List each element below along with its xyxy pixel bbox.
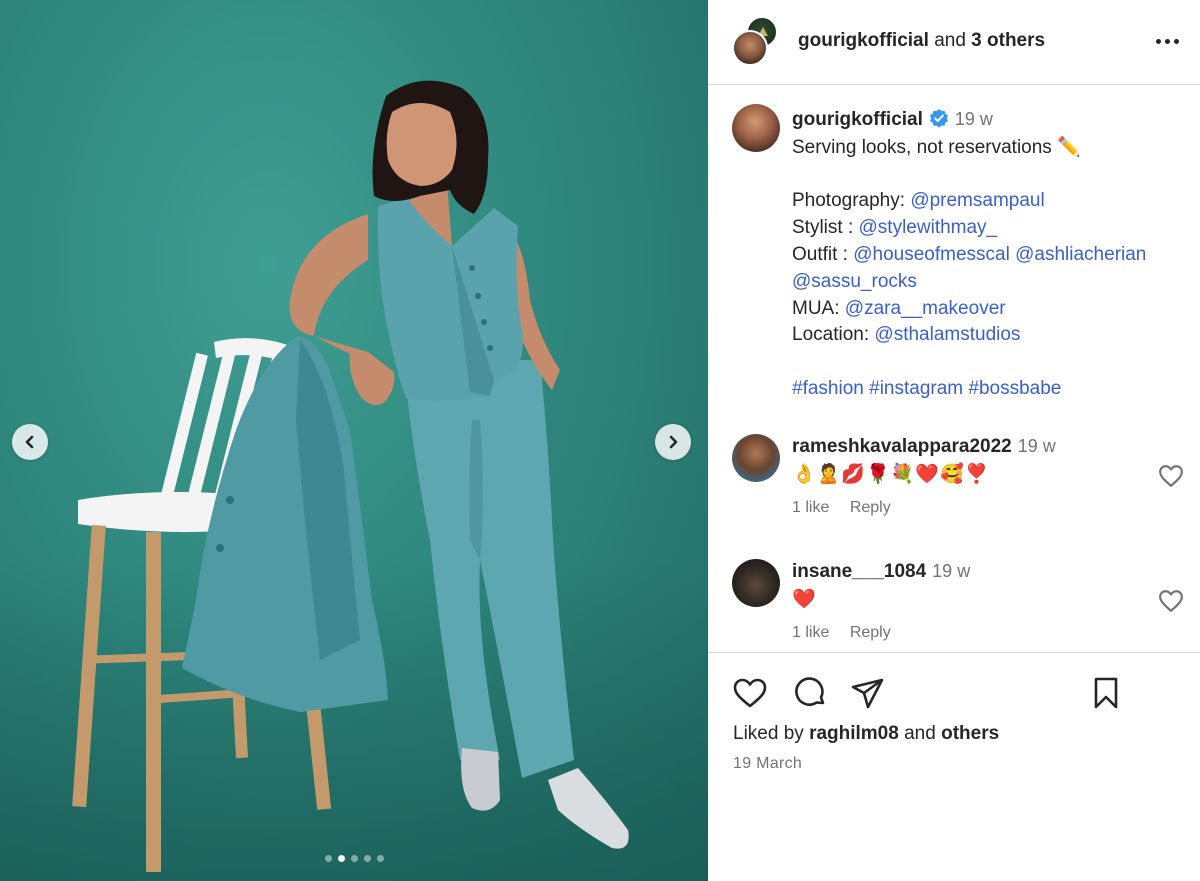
post-photo [72, 80, 629, 872]
carousel-dot [350, 855, 358, 862]
carousel-dot [363, 855, 371, 862]
hashtag-link[interactable]: #fashion [792, 378, 864, 399]
verified-badge-icon [929, 109, 948, 128]
liked-by-prefix: Liked by [733, 723, 804, 744]
header-connector: and [934, 30, 966, 51]
share-icon[interactable] [850, 675, 886, 711]
collab-title: gourigkofficial and 3 others [798, 30, 1045, 52]
more-dot [1173, 38, 1179, 44]
post-header: gourigkofficial and 3 others [708, 0, 1200, 85]
carousel-dot [324, 855, 332, 862]
carousel-next-button[interactable] [655, 424, 691, 460]
comment-reply-button[interactable]: Reply [850, 624, 891, 641]
comment-item: insane___1084 19 w ❤️ 1 like Reply [792, 561, 1132, 642]
hashtag-link[interactable]: #instagram [869, 378, 963, 399]
heart-icon[interactable] [732, 675, 768, 711]
carousel-prev-button[interactable] [12, 424, 48, 460]
photography-link[interactable]: @premsampaul [910, 190, 1044, 211]
author-avatar-small [732, 30, 768, 66]
comment-username[interactable]: rameshkavalappara2022 [792, 436, 1012, 457]
comment-text: ❤️ [792, 588, 817, 610]
chevron-right-icon [669, 435, 678, 449]
comment-item: rameshkavalappara2022 19 w 👌🙎💋🌹💐❤️🥰❣️ 1 l… [792, 436, 1132, 517]
chevron-left-icon [25, 435, 34, 449]
commenter-avatar[interactable] [732, 559, 780, 607]
outfit-link[interactable]: @houseofmesscal [853, 244, 1010, 265]
author-avatar[interactable] [732, 104, 780, 152]
post-side-panel: gourigkofficial and 3 others gourigkoffi… [708, 0, 1200, 881]
commenter-avatar[interactable] [732, 434, 780, 482]
outfit-link[interactable]: @ashliacherian [1015, 244, 1146, 265]
comment-time: 19 w [1017, 436, 1056, 456]
location-link[interactable]: @sthalamstudios [874, 324, 1020, 345]
carousel-dot [376, 855, 384, 862]
liked-by-connector: and [904, 723, 936, 744]
more-options-button[interactable] [1152, 26, 1182, 56]
collab-avatars[interactable] [732, 16, 782, 66]
comment-username[interactable]: insane___1084 [792, 561, 926, 582]
mua-label: MUA: [792, 297, 840, 319]
header-username[interactable]: gourigkofficial [798, 30, 929, 51]
outfit-label: Outfit : [792, 243, 848, 265]
comment-heart-icon[interactable] [1158, 589, 1184, 613]
more-dot [1164, 38, 1170, 44]
mua-link[interactable]: @zara__makeover [845, 298, 1006, 319]
header-others[interactable]: 3 others [971, 30, 1045, 51]
outfit-link[interactable]: @sassu_rocks [792, 271, 917, 292]
hashtag-link[interactable]: #bossbabe [968, 378, 1061, 399]
bookmark-icon[interactable] [1088, 675, 1124, 711]
comment-like-count[interactable]: 1 like [792, 624, 829, 641]
post-media[interactable] [0, 0, 708, 881]
carousel-indicator [0, 855, 708, 862]
caption-username[interactable]: gourigkofficial [792, 109, 923, 130]
comment-reply-button[interactable]: Reply [850, 499, 891, 516]
comment-heart-icon[interactable] [1158, 464, 1184, 488]
caption-time: 19 w [954, 109, 993, 129]
location-label: Location: [792, 324, 870, 346]
stylist-link[interactable]: @stylewithmay_ [859, 217, 998, 238]
comment-text: 👌🙎💋🌹💐❤️🥰❣️ [792, 463, 990, 485]
liked-by-text: Liked by raghilm08 and others [733, 723, 999, 745]
post-caption: gourigkofficial 19 w Serving looks, not r… [792, 106, 1192, 403]
comment-like-count[interactable]: 1 like [792, 499, 829, 516]
pencil-emoji: ✏️ [1057, 135, 1081, 158]
post-date[interactable]: 19 March [733, 755, 802, 773]
carousel-dot-active [337, 855, 345, 862]
liked-by-user[interactable]: raghilm08 [809, 723, 899, 744]
photography-label: Photography: [792, 190, 906, 212]
stylist-label: Stylist : [792, 217, 854, 239]
more-horizontal-icon [1155, 38, 1161, 44]
liked-by-others[interactable]: others [941, 723, 999, 744]
draped-jacket [182, 336, 388, 712]
post-actions: Liked by raghilm08 and others 19 March [708, 652, 1200, 881]
comment-time: 19 w [932, 561, 971, 581]
caption-text: Serving looks, not reservations [792, 136, 1052, 158]
comment-icon[interactable] [792, 675, 828, 711]
